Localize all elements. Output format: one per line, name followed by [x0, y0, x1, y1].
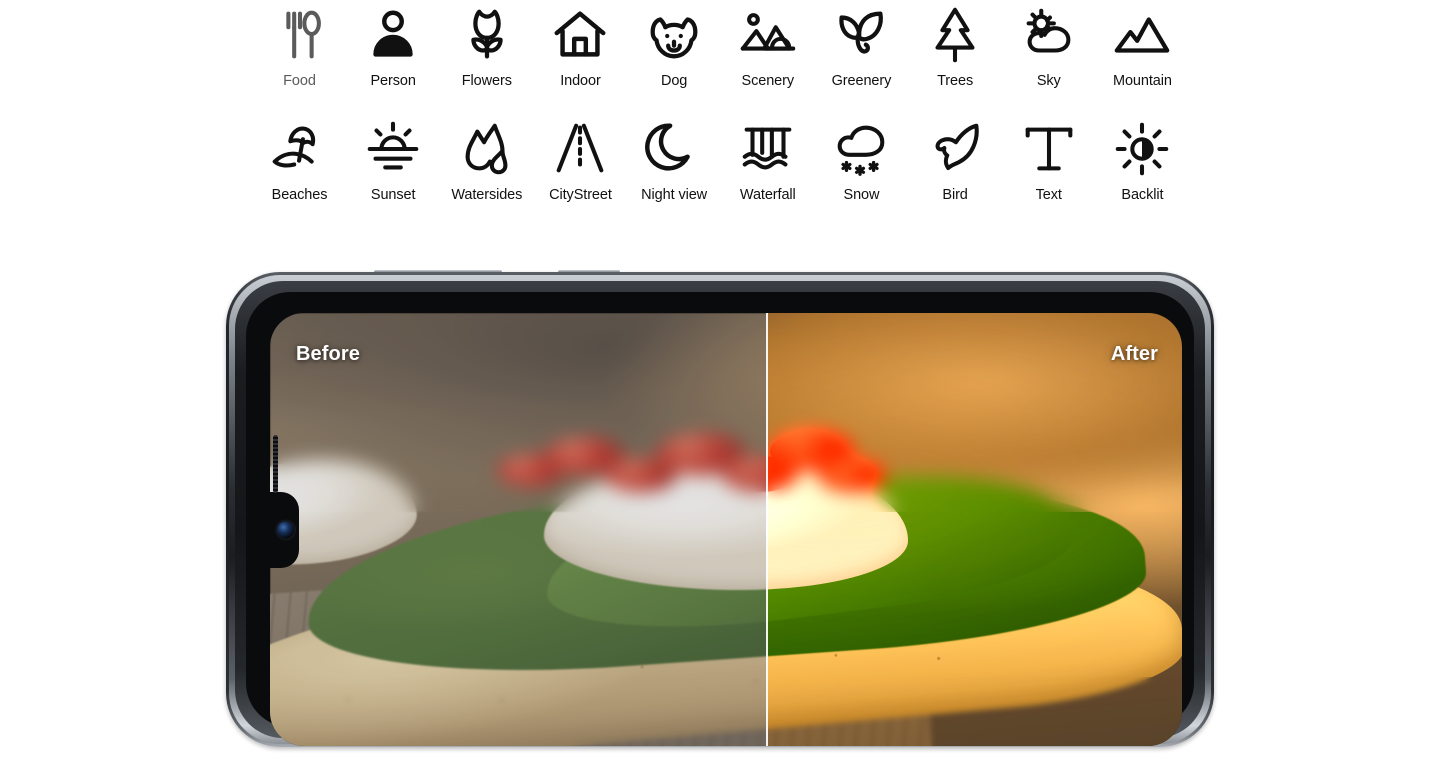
scene-label: Person [370, 73, 416, 89]
scene-item-waterfall[interactable]: Waterfall [721, 118, 814, 204]
scene-item-person[interactable]: Person [347, 4, 440, 90]
dog-face-icon [643, 4, 705, 66]
photo-after-canvas [767, 313, 1182, 746]
scene-item-snow[interactable]: Snow [815, 118, 908, 204]
backlit-sun-icon [1111, 118, 1173, 180]
scene-label: Beaches [271, 187, 328, 203]
mountain-icon [1111, 4, 1173, 66]
bird-icon [924, 118, 986, 180]
scene-label: Waterfall [739, 187, 796, 203]
water-drop-icon [456, 118, 518, 180]
photo-before-canvas [270, 313, 767, 746]
scene-depth-blur-bottom [767, 676, 1182, 746]
scene-label: Indoor [560, 73, 601, 89]
snow-cloud-icon [830, 118, 892, 180]
scene-icon-row-1: Food Person Flowers Indoor Dog Scenery G… [253, 4, 1189, 90]
leaves-icon [830, 4, 892, 66]
scene-item-text[interactable]: Text [1002, 118, 1095, 204]
scene-label: Mountain [1112, 73, 1172, 89]
phone-frame-outer: Before After [226, 272, 1214, 747]
scene-depth-blur-bottom [270, 676, 767, 746]
scene-label: Bird [942, 187, 968, 203]
phone-screen[interactable]: Before After [270, 313, 1182, 746]
scene-icon-row-2: Beaches Sunset Watersides CityStreet Nig… [253, 118, 1189, 204]
scene-item-citystreet[interactable]: CityStreet [534, 118, 627, 204]
scene-label: Text [1035, 187, 1062, 203]
scene-label: Flowers [461, 73, 512, 89]
scene-item-mountain[interactable]: Mountain [1096, 4, 1189, 90]
scene-label: CityStreet [549, 187, 612, 203]
scene-item-bird[interactable]: Bird [909, 118, 1002, 204]
phone-frame-rim: Before After [229, 275, 1211, 746]
scene-item-flowers[interactable]: Flowers [440, 4, 533, 90]
person-icon [362, 4, 424, 66]
pine-tree-icon [924, 4, 986, 66]
tulip-icon [456, 4, 518, 66]
scene-item-dog[interactable]: Dog [628, 4, 721, 90]
sunset-icon [362, 118, 424, 180]
scene-item-trees[interactable]: Trees [909, 4, 1002, 90]
scene-item-sunset[interactable]: Sunset [347, 118, 440, 204]
earpiece-speaker-icon [273, 434, 278, 493]
before-after-divider[interactable] [766, 313, 768, 746]
scene-label: Night view [641, 187, 708, 203]
scene-item-scenery[interactable]: Scenery [721, 4, 814, 90]
scene-label: Watersides [451, 187, 523, 203]
waterfall-icon [737, 118, 799, 180]
road-icon [549, 118, 611, 180]
scene-optimizer-icon-grid: Food Person Flowers Indoor Dog Scenery G… [0, 0, 1440, 228]
scene-item-sky[interactable]: Sky [1002, 4, 1095, 90]
house-icon [549, 4, 611, 66]
scene-item-beaches[interactable]: Beaches [253, 118, 346, 204]
scene-item-watersides[interactable]: Watersides [440, 118, 533, 204]
after-label: After [1110, 343, 1158, 365]
scene-label: Greenery [831, 73, 892, 89]
scene-label: Sunset [370, 187, 416, 203]
beach-umbrella-icon [269, 118, 331, 180]
phone-mockup: Before After [226, 270, 1214, 747]
phone-frame-inner: Before After [235, 281, 1205, 746]
text-t-icon [1018, 118, 1080, 180]
landscape-icon [737, 4, 799, 66]
scene-label: Dog [660, 73, 688, 89]
scene-item-food[interactable]: Food [253, 4, 346, 90]
scene-item-greenery[interactable]: Greenery [815, 4, 908, 90]
scene-item-night-view[interactable]: Night view [628, 118, 721, 204]
scene-label: Scenery [741, 73, 795, 89]
scene-label: Trees [937, 73, 974, 89]
sun-cloud-icon [1018, 4, 1080, 66]
camera-notch [270, 491, 299, 568]
phone-bezel: Before After [246, 292, 1194, 746]
scene-label: Sky [1036, 73, 1061, 89]
before-label: Before [296, 343, 360, 365]
front-camera-icon [277, 521, 294, 538]
photo-after-half [767, 313, 1182, 746]
scene-label: Backlit [1121, 187, 1164, 203]
scene-item-backlit[interactable]: Backlit [1096, 118, 1189, 204]
scene-label: Food [283, 73, 316, 89]
crescent-moon-icon [643, 118, 705, 180]
photo-before-half [270, 313, 767, 746]
scene-label: Snow [843, 187, 880, 203]
scene-item-indoor[interactable]: Indoor [534, 4, 627, 90]
fork-spoon-icon [269, 4, 331, 66]
